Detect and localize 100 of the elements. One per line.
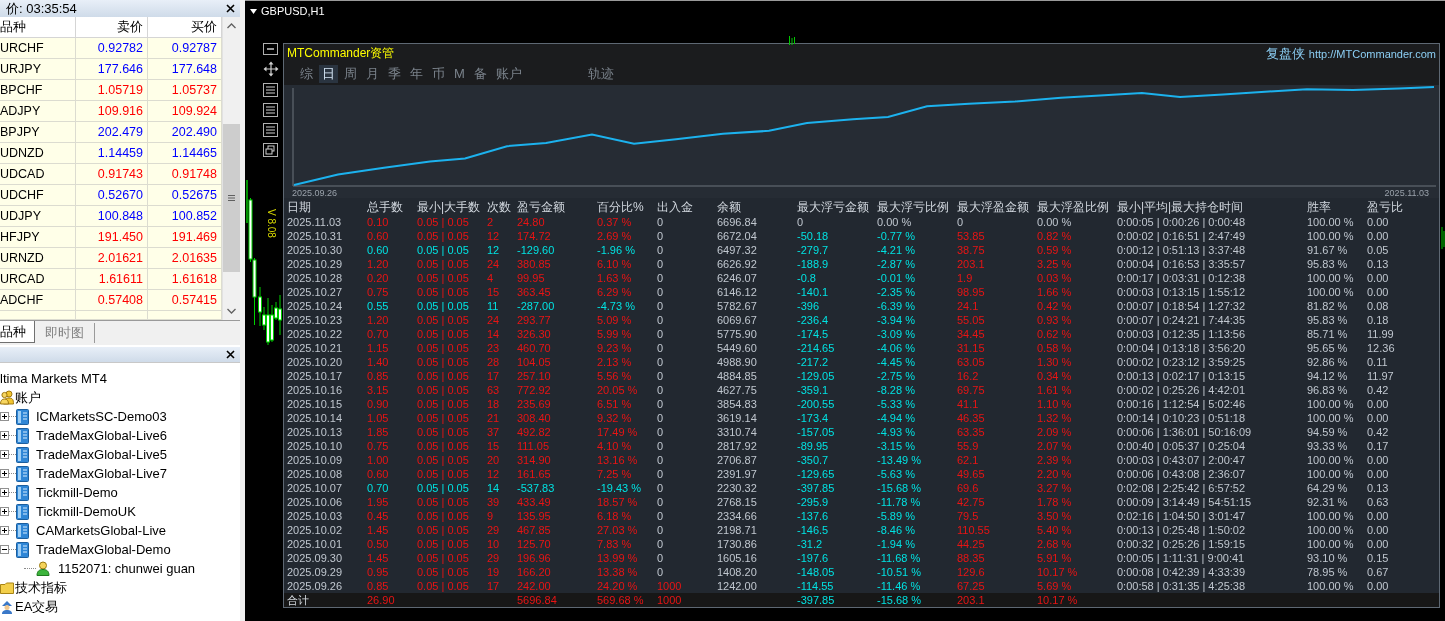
- tab[interactable]: 轨迹: [584, 65, 617, 83]
- list-box-icon[interactable]: [263, 123, 278, 137]
- max-float-profit-value: 55.9: [957, 439, 979, 453]
- scrollbar[interactable]: [222, 17, 240, 320]
- quote-row[interactable]: BPJPY 202.479 202.490: [0, 122, 222, 143]
- trade-count-value: 24: [487, 257, 500, 271]
- percent-value: 13.16 %: [597, 453, 638, 467]
- win-rate-value: 100.00 %: [1307, 271, 1354, 285]
- minimize-icon[interactable]: [263, 43, 278, 55]
- profit-ratio-value: 0.00: [1367, 411, 1389, 425]
- max-float-loss-value: -31.2: [797, 537, 823, 551]
- scrollbar-thumb[interactable]: [223, 124, 240, 272]
- expand-icon[interactable]: [0, 469, 9, 478]
- profit-ratio-value: 0.17: [1367, 439, 1389, 453]
- quote-row[interactable]: UDCHF 0.52670 0.52675: [0, 185, 222, 206]
- quote-row[interactable]: ADCHF 0.57408 0.57415: [0, 290, 222, 311]
- move-icon[interactable]: [262, 61, 279, 77]
- tab[interactable]: 品种: [0, 321, 35, 343]
- tree-item-label[interactable]: EA交易: [15, 597, 59, 616]
- tab[interactable]: 月: [363, 65, 382, 83]
- tree-item-label[interactable]: ltima Markets MT4: [0, 371, 107, 386]
- tree-item-label[interactable]: TradeMaxGlobal-Demo: [36, 542, 171, 557]
- quote-row[interactable]: URCHF 0.92782 0.92787: [0, 38, 222, 59]
- close-icon[interactable]: [226, 350, 235, 359]
- date-text: 2025.10.30: [287, 243, 343, 257]
- tree-item-label[interactable]: TradeMaxGlobal-Live6: [36, 428, 168, 443]
- percent-value: 6.18 %: [597, 509, 632, 523]
- quote-row[interactable]: URJPY 177.646 177.648: [0, 59, 222, 80]
- list-box-icon[interactable]: [263, 103, 278, 117]
- hold-time-text: 0:00:05 | 1:11:31 | 9:00:41: [1117, 551, 1245, 565]
- max-float-loss-percent: -11.68 %: [877, 551, 921, 565]
- expand-icon[interactable]: [0, 526, 9, 535]
- list-box-icon[interactable]: [263, 83, 278, 97]
- max-float-loss-percent: -4.94 %: [877, 411, 915, 425]
- quote-row[interactable]: UDNZD 1.14459 1.14465: [0, 143, 222, 164]
- tree-item-label[interactable]: 1152071: chunwei guan: [58, 561, 196, 576]
- lots-value: 3.15: [367, 383, 389, 397]
- win-rate-value: 95.83 %: [1307, 313, 1348, 327]
- lot-range-value: 0.05 | 0.05: [417, 551, 469, 565]
- deposit-value: 1000: [657, 579, 682, 593]
- tree-item-label[interactable]: Tickmill-Demo: [36, 485, 118, 500]
- max-float-profit-percent: 2.39 %: [1037, 453, 1072, 467]
- tab[interactable]: 日: [319, 65, 338, 83]
- column-header[interactable]: 品种: [0, 18, 26, 36]
- max-float-profit-percent: 0.42 %: [1037, 299, 1072, 313]
- column-header: 最大浮亏金额: [797, 200, 869, 215]
- caret-icon[interactable]: [250, 8, 257, 14]
- tab[interactable]: 周: [341, 65, 360, 83]
- balance-value: 6497.32: [717, 243, 757, 257]
- tab[interactable]: 综: [297, 65, 316, 83]
- balance-value: 2706.87: [717, 453, 757, 467]
- tree-item-label[interactable]: TradeMaxGlobal-Live5: [36, 447, 168, 462]
- date-text: 2025.10.31: [287, 229, 343, 243]
- column-header[interactable]: 买价: [191, 18, 217, 36]
- tab[interactable]: M: [451, 65, 468, 83]
- hold-time-text: 0:00:16 | 1:12:54 | 5:02:46: [1117, 397, 1246, 411]
- tree-item-label[interactable]: ICMarketsSC-Demo03: [36, 409, 167, 424]
- max-float-profit-percent: 5.40 %: [1037, 523, 1072, 537]
- lot-range-value: 0.05 | 0.05: [417, 411, 469, 425]
- expand-icon[interactable]: [0, 450, 9, 459]
- column-header[interactable]: 卖价: [117, 18, 143, 36]
- lots-value: 1.85: [367, 425, 389, 439]
- expand-icon[interactable]: [0, 488, 9, 497]
- collapse-icon[interactable]: [0, 545, 9, 554]
- close-icon[interactable]: [226, 4, 235, 13]
- date-text: 2025.10.07: [287, 481, 343, 495]
- tab[interactable]: 即时图: [35, 323, 95, 343]
- tree-item-label[interactable]: TradeMaxGlobal-Live7: [36, 466, 168, 481]
- max-float-profit-value: 31.15: [957, 341, 985, 355]
- max-float-profit-value: 53.85: [957, 229, 985, 243]
- quote-row[interactable]: URNZD 2.01621 2.01635: [0, 248, 222, 269]
- tab[interactable]: 备: [470, 65, 490, 83]
- expand-icon[interactable]: [0, 507, 9, 516]
- quote-row[interactable]: UDJPY 100.848 100.852: [0, 206, 222, 227]
- tree-item-label[interactable]: CAMarketsGlobal-Live: [36, 523, 167, 538]
- quote-row[interactable]: BPCHF 1.05719 1.05737: [0, 80, 222, 101]
- max-float-profit-value: 203.1: [957, 593, 985, 607]
- tab[interactable]: 年: [407, 65, 426, 83]
- tree-item-label[interactable]: Tickmill-DemoUK: [36, 504, 136, 519]
- deposit-value: 0: [657, 411, 664, 425]
- profit-value: 308.40: [517, 411, 551, 425]
- quote-row[interactable]: UDCAD 0.91743 0.91748: [0, 164, 222, 185]
- tab[interactable]: 币: [429, 65, 448, 83]
- tree-item-label[interactable]: 技术指标: [15, 578, 67, 597]
- users-icon: [0, 390, 14, 405]
- tab[interactable]: 账户: [492, 65, 525, 83]
- quote-row[interactable]: URCAD 1.61611 1.61618: [0, 269, 222, 290]
- quote-row[interactable]: HFJPY 191.450 191.469: [0, 227, 222, 248]
- expand-icon[interactable]: [0, 431, 9, 440]
- website-link[interactable]: http://MTCommander.com: [1308, 47, 1436, 60]
- date-text: 2025.10.27: [287, 285, 343, 299]
- expand-icon[interactable]: [0, 412, 9, 421]
- quote-row[interactable]: ADJPY 109.916 109.924: [0, 101, 222, 122]
- win-rate-value: 100.00 %: [1307, 509, 1354, 523]
- percent-value: 9.32 %: [597, 411, 632, 425]
- lot-range-value: 0.05 | 0.05: [417, 243, 469, 257]
- restore-icon[interactable]: [263, 143, 278, 157]
- tree-item-label[interactable]: 账户: [15, 388, 41, 407]
- tab[interactable]: 季: [385, 65, 404, 83]
- bid-price: 109.916: [97, 104, 143, 118]
